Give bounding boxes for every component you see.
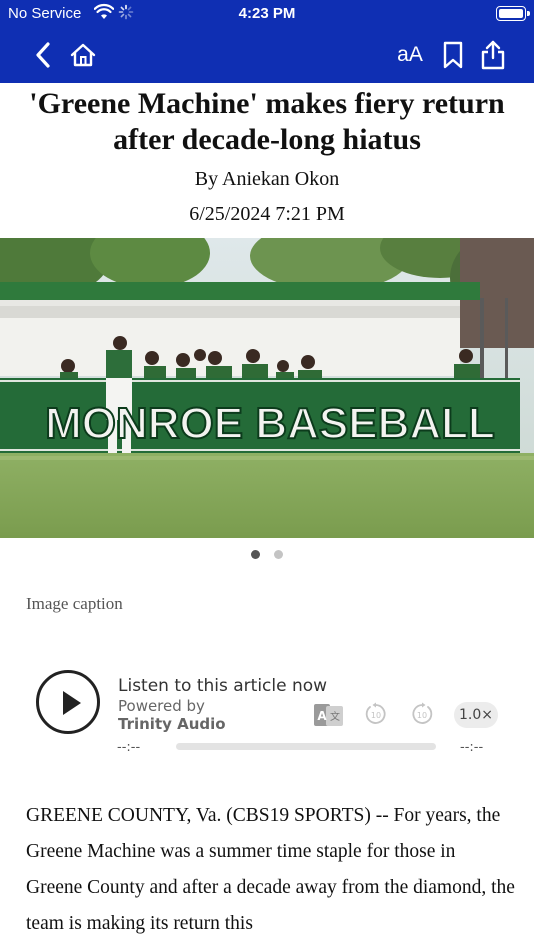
- play-icon: [63, 691, 81, 715]
- play-button[interactable]: [36, 670, 100, 734]
- article-date: 6/25/2024 7:21 PM: [189, 203, 345, 225]
- share-icon: [481, 40, 505, 70]
- clock: 4:23 PM: [238, 5, 296, 22]
- gallery-dot-1[interactable]: [251, 550, 260, 559]
- dugout-photo-image: MONROE BASEBALL: [0, 238, 534, 538]
- elapsed-time: --:--: [117, 740, 141, 755]
- text-size-button[interactable]: aA: [392, 38, 428, 72]
- audio-title: Listen to this article now: [118, 676, 328, 696]
- svg-text:A: A: [317, 709, 327, 723]
- bookmark-icon: [443, 41, 463, 69]
- bookmark-button[interactable]: [436, 38, 470, 72]
- forward-10-icon: 10: [412, 702, 433, 724]
- audio-brand: Trinity Audio: [118, 715, 226, 733]
- gallery-dot-2[interactable]: [274, 550, 283, 559]
- svg-text:10: 10: [417, 711, 427, 720]
- total-time: --:--: [460, 740, 484, 755]
- home-button[interactable]: [66, 38, 100, 72]
- powered-by-label: Powered by: [118, 697, 205, 715]
- share-button[interactable]: [476, 38, 510, 72]
- article-photo[interactable]: MONROE BASEBALL: [0, 238, 534, 538]
- back-button[interactable]: [26, 38, 60, 72]
- svg-text:文: 文: [330, 710, 340, 723]
- chevron-left-icon: [36, 42, 50, 68]
- status-bar: No Service 4:23 PM: [0, 0, 534, 28]
- translate-button[interactable]: A 文: [314, 704, 344, 728]
- translate-icon: A 文: [314, 704, 343, 726]
- navigation-bar: aA: [0, 28, 534, 83]
- audio-progress-bar[interactable]: [176, 743, 436, 750]
- svg-text:10: 10: [371, 711, 381, 720]
- rewind-10-icon: 10: [365, 702, 386, 724]
- forward-10-button[interactable]: 10: [410, 702, 434, 726]
- rewind-10-button[interactable]: 10: [364, 702, 388, 726]
- article-body: GREENE COUNTY, Va. (CBS19 SPORTS) -- For…: [26, 798, 516, 942]
- image-caption: Image caption: [26, 594, 123, 613]
- article-headline: 'Greene Machine' makes fiery return afte…: [29, 87, 505, 156]
- audio-player: Listen to this article now Powered by Tr…: [20, 664, 514, 760]
- article-byline: By Aniekan Okon: [194, 168, 340, 190]
- article-paragraph: GREENE COUNTY, Va. (CBS19 SPORTS) -- For…: [26, 805, 515, 934]
- battery-icon: [496, 6, 530, 21]
- playback-speed-button[interactable]: 1.0×: [454, 702, 498, 728]
- gallery-pagination[interactable]: [0, 550, 534, 559]
- banner-text: MONROE BASEBALL: [45, 399, 495, 448]
- home-icon: [70, 43, 96, 67]
